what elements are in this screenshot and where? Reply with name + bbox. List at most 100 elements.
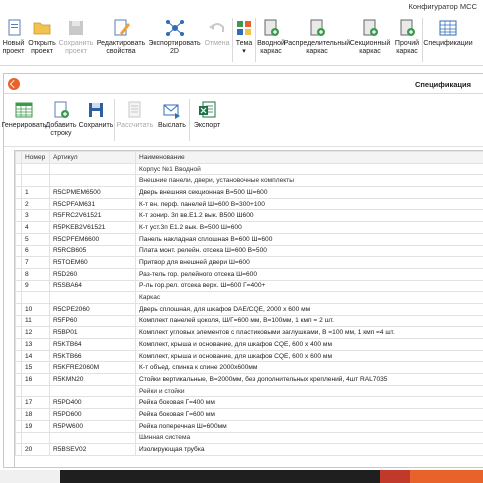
cell-article[interactable] [49, 384, 136, 398]
column-header-article[interactable]: Артикул [49, 151, 136, 164]
cell-number[interactable] [21, 162, 50, 176]
cell-article[interactable]: R5FRC2V61521 [49, 209, 136, 223]
calculate-button[interactable]: Рассчитать [115, 95, 155, 146]
save-button[interactable]: Сохранить [78, 95, 114, 146]
export-2d-button[interactable]: Экспортировать 2D [147, 14, 202, 64]
table-group-row[interactable]: Шинная система [15, 431, 483, 445]
cell-article[interactable]: R5CPMEM6500 [49, 186, 136, 199]
table-row[interactable]: 1 R5CPMEM6500 Дверь внешняя секционная В=5… [15, 186, 483, 199]
cell-name[interactable]: Плата монт. релейн. отсека Ш=600 В=500 [135, 244, 483, 258]
table-row[interactable]: 16 R5KMN20 Стойки вертикальные, В=2000мм, … [15, 373, 483, 386]
cell-number[interactable]: 15 [21, 361, 50, 375]
cell-name[interactable]: К-т уст.3п Е1.2 вык. В=500 Ш=600 [135, 221, 483, 234]
cell-name[interactable]: Рейки и стойки [135, 384, 483, 398]
column-header-name[interactable]: Наименование [135, 151, 483, 164]
cell-number[interactable]: 2 [21, 197, 50, 211]
cell-article[interactable]: R5TOEM60 [49, 256, 136, 269]
cell-name[interactable]: Комплект, крыша и основание, для шкафов … [135, 338, 483, 351]
cell-number[interactable] [21, 384, 50, 398]
cell-number[interactable]: 1 [21, 186, 50, 199]
cell-name[interactable]: Дверь внешняя секционная В=500 Ш=600 [135, 186, 483, 199]
cell-name[interactable]: К-т объед. спинка к спине 2000x600мм [135, 361, 483, 375]
cell-number[interactable]: 18 [21, 408, 50, 421]
cell-number[interactable]: 12 [21, 326, 50, 339]
cell-name[interactable]: Рейка боковая Г=600 мм [135, 408, 483, 421]
cell-number[interactable]: 9 [21, 279, 50, 293]
table-row[interactable]: 6 R5RCB605 Плата монт. релейн. отсека Ш=60… [15, 244, 483, 258]
cell-name[interactable]: Стойки вертикальные, В=2000мм, без допол… [135, 373, 483, 386]
cell-name[interactable]: Комплект угловых элементов с пластиковым… [135, 326, 483, 339]
cell-name[interactable]: Притвор для внешней двери Ш=600 [135, 256, 483, 269]
cell-number[interactable] [21, 174, 50, 188]
specification-table[interactable]: Номер Артикул Наименование Корпус №1 Вво… [14, 150, 483, 468]
back-arrow-icon[interactable] [8, 78, 20, 90]
table-group-row[interactable]: Каркас [15, 291, 483, 304]
cell-article[interactable]: R5SBA64 [49, 279, 136, 293]
export-button[interactable]: Экспорт [190, 95, 224, 146]
table-row[interactable]: 11 R5FP60 Комплект панелей цоколя, Ш/Г=600… [15, 314, 483, 328]
cell-article[interactable] [49, 174, 136, 188]
cell-article[interactable]: R5RCB605 [49, 244, 136, 258]
cell-article[interactable] [49, 431, 136, 445]
cell-number[interactable]: 4 [21, 221, 50, 234]
cell-article[interactable]: R5PD600 [49, 408, 136, 421]
table-row[interactable]: 9 R5SBA64 Р-ль гор.рел. отсека верх. Ш=600… [15, 279, 483, 293]
edit-properties-button[interactable]: Редактировать свойства [95, 14, 147, 64]
cell-article[interactable]: R5KTB64 [49, 338, 136, 351]
cell-number[interactable]: 11 [21, 314, 50, 328]
table-row[interactable]: 5 R5CPFEM6600 Панель накладная сплошная В=… [15, 232, 483, 246]
table-group-row[interactable]: Рейки и стойки [15, 384, 483, 398]
table-row[interactable]: 20 R5BSEV02 Изолирующая трубка [15, 443, 483, 456]
new-project-button[interactable]: Новый проект [0, 14, 27, 64]
table-row[interactable]: 7 R5TOEM60 Притвор для внешней двери Ш=600 [15, 256, 483, 269]
cell-name[interactable]: Дверь сплошная, для шкафов DAE/CQE, 2000… [135, 302, 483, 316]
cell-number[interactable]: 20 [21, 443, 50, 456]
cell-number[interactable]: 19 [21, 419, 50, 433]
specification-button[interactable]: Спецификации [423, 14, 473, 64]
send-button[interactable]: Выслать [155, 95, 189, 146]
table-row[interactable]: 15 R5KFRE2060M К-т объед. спинка к спине 2… [15, 361, 483, 375]
column-header-number[interactable]: Номер [21, 151, 50, 164]
cell-article[interactable]: R5PW600 [49, 419, 136, 433]
cell-article[interactable]: R5BP01 [49, 326, 136, 339]
cell-name[interactable]: Шинная система [135, 431, 483, 445]
input-frame-button[interactable]: Вводной каркас [256, 14, 286, 64]
cell-name[interactable]: Рейка боковая Г=400 мм [135, 396, 483, 410]
table-row[interactable]: 12 R5BP01 Комплект угловых элементов с пла… [15, 326, 483, 339]
cell-article[interactable]: R5KMN20 [49, 373, 136, 386]
cell-name[interactable]: Панель накладная сплошная В=600 Ш=600 [135, 232, 483, 246]
cell-number[interactable]: 14 [21, 349, 50, 363]
cell-number[interactable]: 7 [21, 256, 50, 269]
cell-name[interactable]: Рейка поперечная Ш=600мм [135, 419, 483, 433]
table-row[interactable]: 3 R5FRC2V61521 К-т зонир. 3п вв.Е1.2 вык. … [15, 209, 483, 223]
table-row[interactable]: 4 R5PKEB2V61521 К-т уст.3п Е1.2 вык. В=500… [15, 221, 483, 234]
cell-article[interactable]: R5KFRE2060M [49, 361, 136, 375]
add-row-button[interactable]: Добавить строку [44, 95, 78, 146]
cell-number[interactable]: 13 [21, 338, 50, 351]
cell-number[interactable]: 16 [21, 373, 50, 386]
cell-article[interactable]: R5PKEB2V61521 [49, 221, 136, 234]
cell-article[interactable]: R5CPFEM6600 [49, 232, 136, 246]
cell-article[interactable]: R5D260 [49, 267, 136, 281]
cell-article[interactable]: R5BSEV02 [49, 443, 136, 456]
cell-article[interactable] [49, 291, 136, 304]
table-row[interactable]: 13 R5KTB64 Комплект, крыша и основание, дл… [15, 338, 483, 351]
undo-button[interactable]: Отмена [202, 14, 232, 64]
table-row[interactable]: 10 R5CPE2060 Дверь сплошная, для шкафов DA… [15, 302, 483, 316]
cell-name[interactable]: Комплект панелей цоколя, Ш/Г=600 мм, В=1… [135, 314, 483, 328]
table-group-row[interactable]: Внешние панели, двери, установочные комп… [15, 174, 483, 188]
cell-name[interactable]: К-т зонир. 3п вв.Е1.2 вык. В500 Ш600 [135, 209, 483, 223]
table-row[interactable]: 19 R5PW600 Рейка поперечная Ш=600мм [15, 419, 483, 433]
table-row[interactable]: 14 R5KTB66 Комплект, крыша и основание, дл… [15, 349, 483, 363]
cell-name[interactable]: Корпус №1 Вводной [135, 162, 483, 176]
section-frame-button[interactable]: Секционный каркас [348, 14, 392, 64]
cell-article[interactable]: R5CPE2060 [49, 302, 136, 316]
cell-number[interactable]: 5 [21, 232, 50, 246]
cell-number[interactable]: 3 [21, 209, 50, 223]
cell-name[interactable]: Р-ль гор.рел. отсека верх. Ш=600 Г=400+ [135, 279, 483, 293]
table-row[interactable]: 8 R5D260 Раз-тель гор. релейного отсека Ш=… [15, 267, 483, 281]
cell-article[interactable]: R5FP60 [49, 314, 136, 328]
cell-number[interactable] [21, 431, 50, 445]
cell-name[interactable]: Изолирующая трубка [135, 443, 483, 456]
save-project-button[interactable]: Сохранить проект [57, 14, 95, 64]
